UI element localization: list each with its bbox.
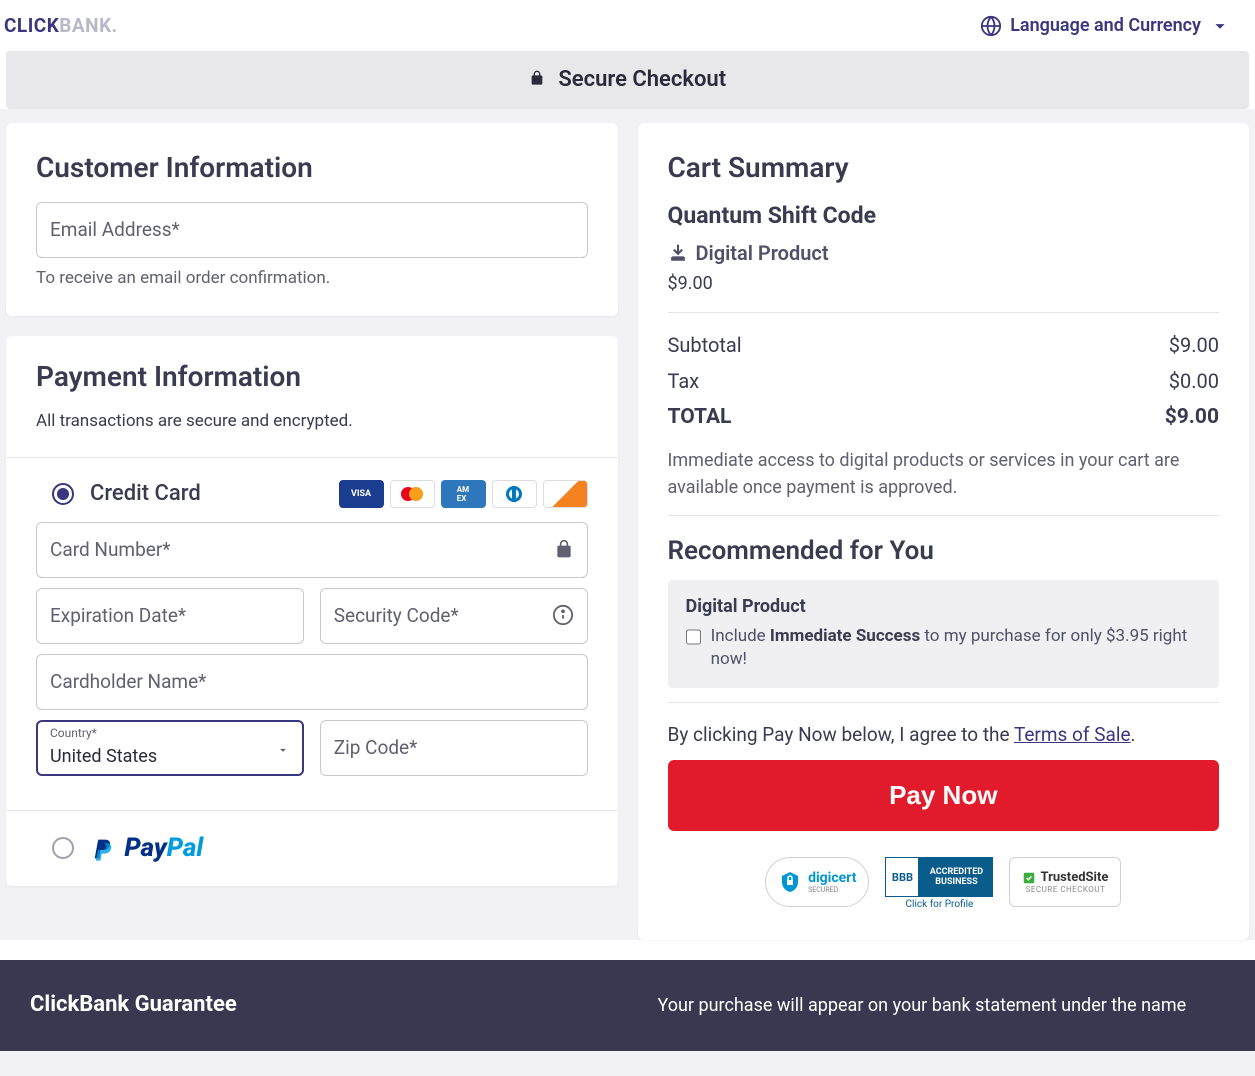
info-icon[interactable] [552, 604, 574, 630]
logo-part2: BANK [59, 14, 111, 37]
customer-info-card: Customer Information Email Address* To r… [6, 123, 618, 316]
terms-text: By clicking Pay Now below, I agree to th… [668, 723, 1220, 746]
diners-icon [492, 480, 537, 508]
access-note: Immediate access to digital products or … [668, 447, 1220, 501]
language-currency-label: Language and Currency [1010, 15, 1201, 36]
chevron-down-icon [276, 742, 290, 761]
secure-checkout-bar: Secure Checkout [6, 51, 1249, 109]
bbb-badge[interactable]: BBB ACCREDITED BUSINESS Click for Profil… [885, 857, 993, 910]
logo: CLICKBANK. [4, 14, 118, 37]
card-brand-icons: VISA AMEX [339, 480, 588, 508]
card-number-field[interactable] [36, 522, 588, 578]
cardholder-name-field[interactable] [36, 654, 588, 710]
logo-part1: CLICK [4, 14, 59, 37]
payment-info-title: Payment Information [36, 360, 588, 393]
chevron-down-icon [1209, 15, 1231, 37]
language-currency-button[interactable]: Language and Currency [980, 15, 1251, 37]
product-price: $9.00 [668, 273, 1220, 294]
bank-statement-text: Your purchase will appear on your bank s… [658, 992, 1226, 1019]
zip-code-field[interactable] [320, 720, 588, 776]
country-value: United States [50, 746, 157, 767]
download-icon [668, 243, 688, 263]
visa-icon: VISA [339, 480, 384, 508]
paypal-radio[interactable] [52, 837, 74, 859]
expiration-field[interactable] [36, 588, 304, 644]
recommended-checkbox[interactable] [686, 629, 701, 645]
lock-icon [529, 68, 545, 93]
header: CLICKBANK. Language and Currency [0, 0, 1255, 51]
credit-card-option[interactable]: Credit Card VISA AMEX [6, 458, 618, 522]
trust-badges: digicert SECURED BBB ACCREDITED BUSINESS [668, 857, 1220, 910]
paypal-logo: PayPal [90, 833, 203, 864]
recommended-product-type: Digital Product [686, 596, 1202, 617]
discover-icon [543, 480, 588, 508]
customer-info-title: Customer Information [36, 151, 588, 184]
credit-card-radio[interactable] [52, 483, 74, 505]
lock-icon [554, 538, 574, 564]
email-help-text: To receive an email order confirmation. [36, 268, 588, 288]
security-code-field[interactable] [320, 588, 588, 644]
recommended-text: Include Immediate Success to my purchase… [711, 625, 1201, 673]
tax-row: Tax $0.00 [668, 363, 1220, 399]
product-type: Digital Product [668, 241, 1220, 265]
footer: ClickBank Guarantee Your purchase will a… [0, 960, 1255, 1051]
credit-card-label: Credit Card [90, 481, 201, 506]
subtotal-row: Subtotal $9.00 [668, 327, 1220, 363]
amex-icon: AMEX [441, 480, 486, 508]
trustedsite-badge: TrustedSite SECURE CHECKOUT [1009, 857, 1121, 907]
country-select[interactable]: Country* United States [36, 720, 304, 776]
product-name: Quantum Shift Code [668, 202, 1220, 229]
mastercard-icon [390, 480, 435, 508]
recommended-box: Digital Product Include Immediate Succes… [668, 580, 1220, 689]
email-field[interactable] [36, 202, 588, 258]
recommended-title: Recommended for You [668, 536, 1220, 566]
guarantee-title: ClickBank Guarantee [30, 992, 598, 1017]
digicert-badge: digicert SECURED [765, 857, 869, 907]
cart-summary-title: Cart Summary [668, 151, 1220, 184]
total-row: TOTAL $9.00 [668, 399, 1220, 435]
secure-checkout-label: Secure Checkout [558, 67, 726, 92]
cart-summary-card: Cart Summary Quantum Shift Code Digital … [638, 123, 1250, 941]
payment-info-card: Payment Information All transactions are… [6, 336, 618, 886]
terms-of-sale-link[interactable]: Terms of Sale [1014, 723, 1131, 746]
paypal-option[interactable]: PayPal [6, 811, 618, 886]
payment-info-subtitle: All transactions are secure and encrypte… [36, 411, 588, 431]
globe-icon [980, 15, 1002, 37]
pay-now-button[interactable]: Pay Now [668, 760, 1220, 831]
